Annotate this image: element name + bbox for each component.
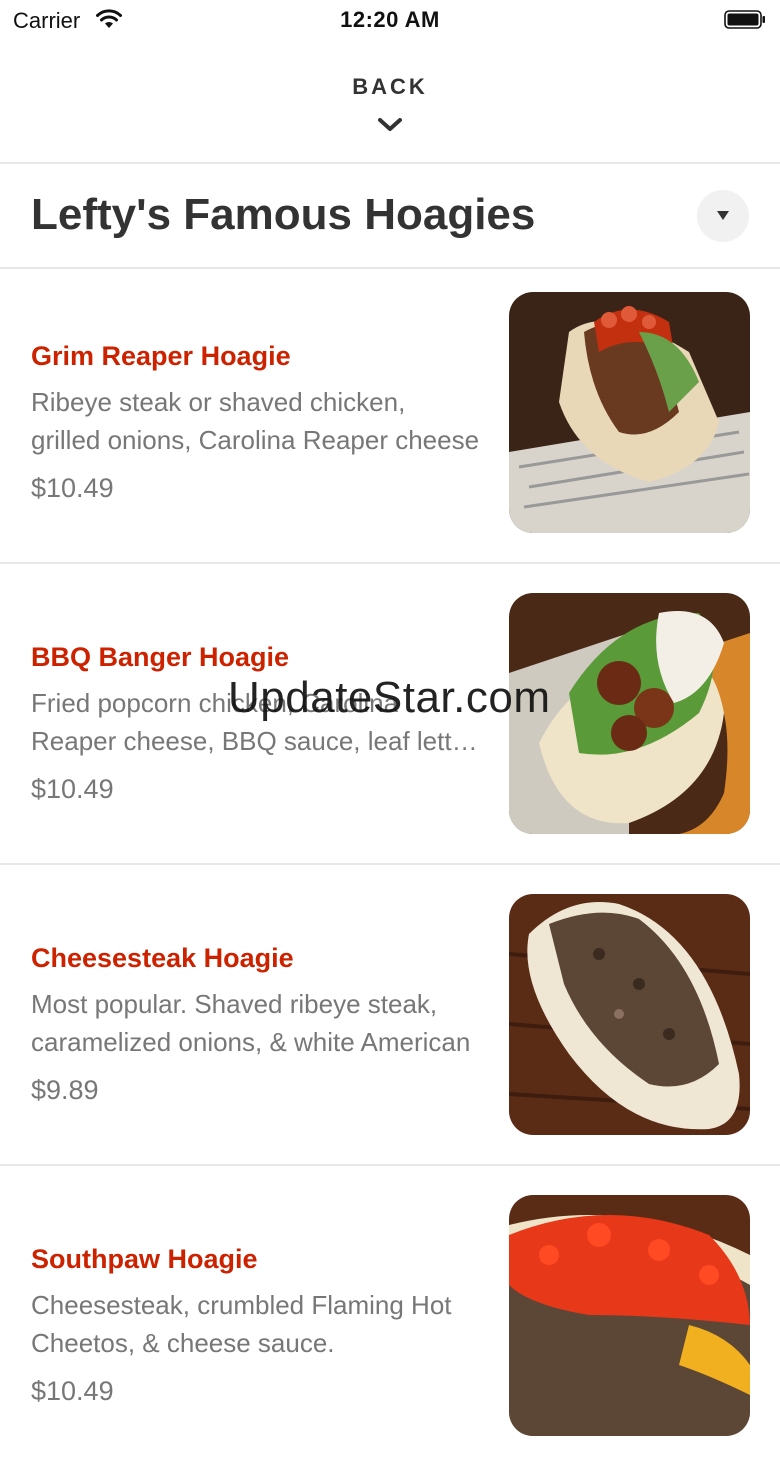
- watermark-text: UpdateStar.com: [228, 673, 551, 722]
- item-description-line: Cheesesteak, crumbled Flaming Hot: [31, 1290, 452, 1320]
- item-description: Most popular. Shaved ribeye steak, caram…: [31, 985, 481, 1061]
- item-name: Grim Reaper Hoagie: [31, 341, 291, 371]
- battery-icon: [724, 10, 766, 29]
- collapse-menu-button[interactable]: [697, 190, 749, 242]
- item-description: Cheesesteak, crumbled Flaming Hot Cheeto…: [31, 1286, 481, 1362]
- divider: [0, 562, 780, 564]
- divider: [0, 162, 780, 164]
- menu-item[interactable]: Grim Reaper Hoagie Ribeye steak or shave…: [0, 269, 780, 569]
- caret-down-icon: [717, 211, 729, 220]
- item-price: $10.49: [31, 473, 114, 503]
- back-button[interactable]: BACK: [0, 60, 780, 162]
- menu-item[interactable]: Southpaw Hoagie Cheesesteak, crumbled Fl…: [0, 1172, 780, 1472]
- item-price: $9.89: [31, 1075, 99, 1105]
- clock-time: 12:20 AM: [340, 7, 440, 32]
- chevron-down-icon: [377, 116, 403, 134]
- item-description-line: grilled onions, Carolina Reaper cheese: [31, 425, 480, 455]
- item-description-line: Most popular. Shaved ribeye steak,: [31, 989, 438, 1019]
- item-description-line: caramelized onions, & white American: [31, 1027, 471, 1057]
- item-description: Ribeye steak or shaved chicken, grilled …: [31, 383, 481, 459]
- item-description-line: Cheetos, & cheese sauce.: [31, 1328, 335, 1358]
- item-description-line: Ribeye steak or shaved chicken,: [31, 387, 406, 417]
- divider: [0, 1164, 780, 1166]
- item-description-line: Reaper cheese, BBQ sauce, leaf lettuce: [31, 726, 481, 756]
- divider: [0, 863, 780, 865]
- item-name: BBQ Banger Hoagie: [31, 642, 290, 672]
- item-name: Cheesesteak Hoagie: [31, 943, 294, 973]
- item-photo: [509, 292, 750, 533]
- item-price: $10.49: [31, 1376, 114, 1406]
- item-price: $10.49: [31, 774, 114, 804]
- item-photo: [509, 1195, 750, 1436]
- menu-title: Lefty's Famous Hoagies: [31, 190, 536, 239]
- item-photo: [509, 894, 750, 1135]
- status-bar: Carrier 12:20 AM: [0, 0, 780, 40]
- menu-item[interactable]: Cheesesteak Hoagie Most popular. Shaved …: [0, 871, 780, 1171]
- back-label: BACK: [352, 74, 428, 99]
- item-name: Southpaw Hoagie: [31, 1244, 258, 1274]
